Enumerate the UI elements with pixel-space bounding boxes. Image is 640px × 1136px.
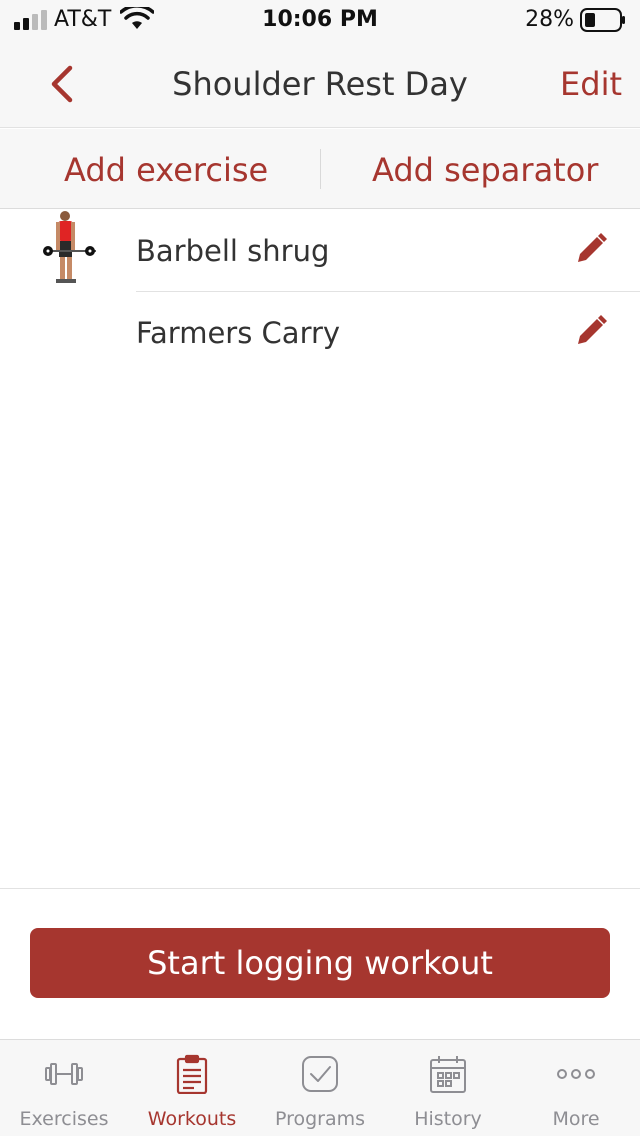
exercise-name: Farmers Carry [136, 316, 341, 350]
tab-bar: Exercises Workouts Programs History More [0, 1039, 640, 1136]
page-title: Shoulder Rest Day [172, 65, 468, 103]
action-bar: Add exercise Add separator [0, 129, 640, 209]
action-divider [320, 149, 321, 189]
tab-label: Workouts [147, 1108, 237, 1130]
tab-exercises[interactable]: Exercises [0, 1040, 128, 1136]
dumbbell-icon [45, 1063, 83, 1085]
battery-icon [580, 8, 625, 32]
tab-programs[interactable]: Programs [256, 1040, 384, 1136]
add-exercise-button[interactable]: Add exercise [64, 151, 268, 189]
calendar-icon [430, 1056, 466, 1093]
pencil-icon[interactable] [574, 314, 608, 348]
tab-label: Exercises [19, 1108, 109, 1130]
add-separator-button[interactable]: Add separator [372, 151, 598, 189]
edit-button[interactable]: Edit [560, 65, 622, 103]
status-bar: AT&T 10:06 PM 28% [0, 0, 640, 40]
pencil-icon[interactable] [574, 232, 608, 266]
tab-label: More [552, 1108, 600, 1130]
navigation-bar: Shoulder Rest Day Edit [0, 40, 640, 128]
more-dots-icon [557, 1069, 595, 1079]
tab-more[interactable]: More [512, 1040, 640, 1136]
exercise-thumbnail [43, 211, 96, 283]
footer-divider [0, 888, 640, 889]
checkbox-icon [302, 1056, 338, 1092]
start-logging-button[interactable]: Start logging workout [30, 928, 610, 998]
battery-percent: 28% [525, 7, 574, 32]
list-item[interactable]: Barbell shrug [0, 210, 640, 292]
clipboard-icon [176, 1054, 208, 1094]
tab-label: History [414, 1108, 482, 1130]
exercise-list: Barbell shrug Farmers Carry [0, 210, 640, 374]
tab-workouts[interactable]: Workouts [128, 1040, 256, 1136]
tab-label: Programs [274, 1108, 366, 1130]
exercise-name: Barbell shrug [136, 234, 330, 268]
list-item[interactable]: Farmers Carry [0, 292, 640, 374]
tab-history[interactable]: History [384, 1040, 512, 1136]
